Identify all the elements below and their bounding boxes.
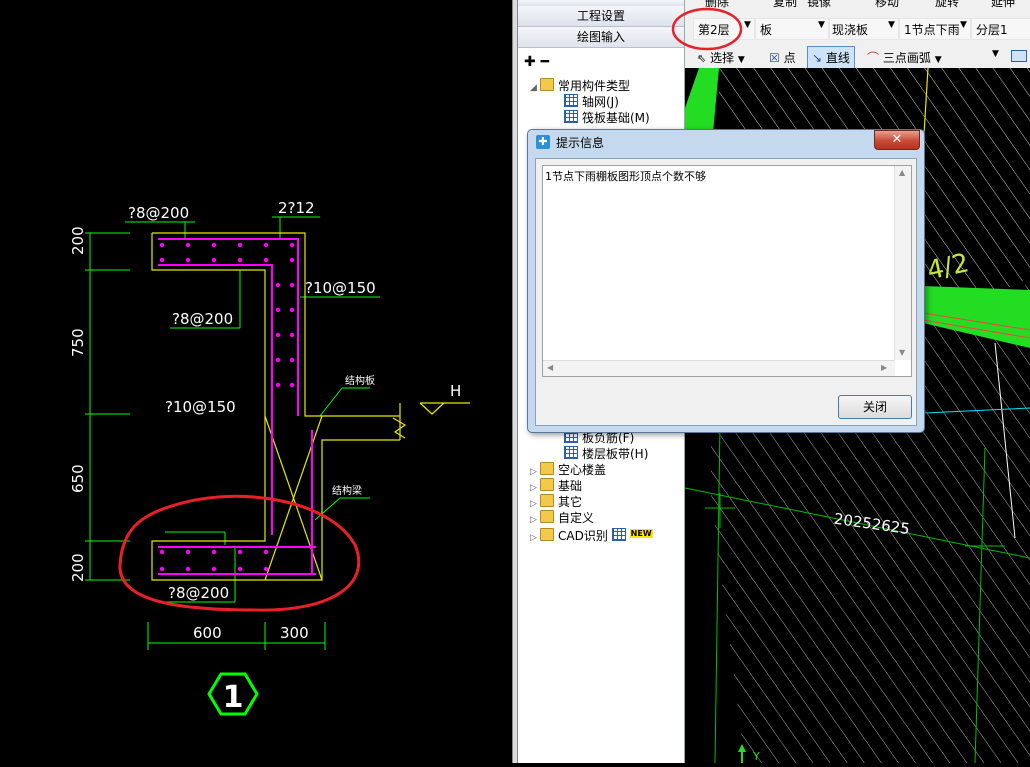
folder-icon [540, 494, 554, 507]
dim-vertical-3: 650 [69, 464, 87, 493]
dim-horizontal-2: 300 [280, 624, 309, 642]
dim-vertical-1: 200 [69, 226, 87, 255]
cad-detail-drawing: 200 750 650 200 600 300 ?8@200 2?12 ?10@… [0, 0, 512, 763]
message-textarea[interactable]: 1节点下雨棚板图形顶点个数不够 ▲ ▼ ◀ ▶ [542, 165, 912, 377]
folder-icon [540, 78, 554, 91]
note-beam: 结构梁 [332, 484, 362, 497]
mirror-button[interactable]: 镜像 [807, 0, 831, 10]
folder-icon [540, 510, 554, 523]
component-select[interactable]: 1节点下雨 ▼ [899, 18, 971, 40]
chevron-down-icon: ▼ [888, 20, 895, 30]
dim-vertical-2: 750 [69, 328, 87, 357]
elevation-mark: H [450, 382, 461, 400]
tree-cad[interactable]: ▷ CAD识别 NEW [530, 526, 653, 546]
raft-icon [564, 110, 578, 123]
dialog-title: 提示信息 [556, 136, 605, 150]
vertical-scrollbar[interactable]: ▲ ▼ [894, 166, 911, 360]
horizontal-scrollbar[interactable]: ◀ ▶ [543, 360, 895, 376]
toolbar: 删除 复制 镜像 移动 旋转 延伸 第2层 ▼ 板 ▼ 现浇板 ▼ 1节点下雨 ▼ 分层… [671, 0, 1030, 69]
y-axis-label: Y [752, 750, 760, 763]
grid-icon [564, 94, 578, 107]
close-icon[interactable]: ✕ [874, 130, 920, 150]
rebar-label-bottom: ?8@200 [168, 584, 229, 602]
arc-icon: ⌒ [867, 51, 880, 65]
chevron-down-icon: ▼ [737, 55, 745, 65]
scroll-down-icon[interactable]: ▼ [899, 348, 905, 357]
rebar-label-top-right: 2?12 [278, 199, 315, 217]
dim-horizontal-1: 600 [193, 624, 222, 642]
window-icon[interactable] [1011, 50, 1027, 62]
line-tool[interactable]: ↘ 直线 [807, 46, 855, 69]
rebar-label-wall: ?10@150 [165, 398, 236, 416]
copy-button[interactable]: 复制 [773, 0, 797, 10]
scroll-up-icon[interactable]: ▲ [899, 168, 905, 177]
section-detail-svg: 200 750 650 200 600 300 ?8@200 2?12 ?10@… [69, 199, 470, 716]
expand-collapse-icons[interactable]: ✚ ━ [524, 54, 549, 70]
cad-icon [611, 528, 626, 541]
info-icon: ✚ [536, 135, 550, 149]
move-button[interactable]: 移动 [875, 0, 899, 10]
subtype-select[interactable]: 现浇板 ▼ [829, 18, 899, 40]
rebar-label-stirrup: ?10@150 [305, 279, 376, 297]
folder-icon [540, 528, 554, 541]
type-select[interactable]: 板 ▼ [755, 18, 829, 40]
scroll-left-icon[interactable]: ◀ [547, 363, 553, 372]
dialog-message: 1节点下雨棚板图形顶点个数不够 [545, 170, 706, 183]
folder-icon [540, 462, 554, 475]
chevron-down-icon: ▼ [960, 20, 967, 30]
chevron-down-icon[interactable]: ▼ [992, 49, 999, 59]
tree-axis[interactable]: 轴网(J) [564, 94, 619, 110]
detail-number: 1 [223, 680, 244, 715]
close-button[interactable]: 关闭 [838, 395, 912, 419]
scroll-right-icon[interactable]: ▶ [881, 363, 887, 372]
dialog-body: 1节点下雨棚板图形顶点个数不够 ▲ ▼ ◀ ▶ 关闭 [535, 158, 917, 426]
layer-highlight-annotation [671, 7, 743, 51]
point-tool[interactable]: ☒ 点 [769, 49, 796, 66]
chevron-down-icon: ▼ [934, 55, 942, 65]
rebar-label-top-left: ?8@200 [128, 204, 189, 222]
chevron-down-icon: ▼ [818, 20, 825, 30]
line-icon: ↘ [812, 51, 823, 65]
arc-tool[interactable]: ⌒ 三点画弧 ▼ [867, 49, 942, 66]
rebar-label-mid: ?8@200 [172, 310, 233, 328]
tree-raft[interactable]: 筏板基础(M) [564, 110, 650, 126]
tree-floor-strip[interactable]: 楼层板带(H) [564, 446, 648, 462]
info-dialog: ✚ 提示信息 ✕ 1节点下雨棚板图形顶点个数不够 ▲ ▼ ◀ ▶ 关闭 [527, 129, 925, 433]
rotate-button[interactable]: 旋转 [935, 0, 959, 10]
point-icon: ☒ [769, 51, 780, 65]
new-badge: NEW [629, 529, 653, 538]
dim-vertical-4: 200 [69, 553, 87, 582]
strip-icon [564, 446, 578, 459]
note-slab: 结构板 [345, 374, 375, 387]
split-select[interactable]: 分层1 [971, 18, 1030, 40]
folder-icon [540, 478, 554, 491]
extend-button[interactable]: 延伸 [991, 0, 1015, 10]
